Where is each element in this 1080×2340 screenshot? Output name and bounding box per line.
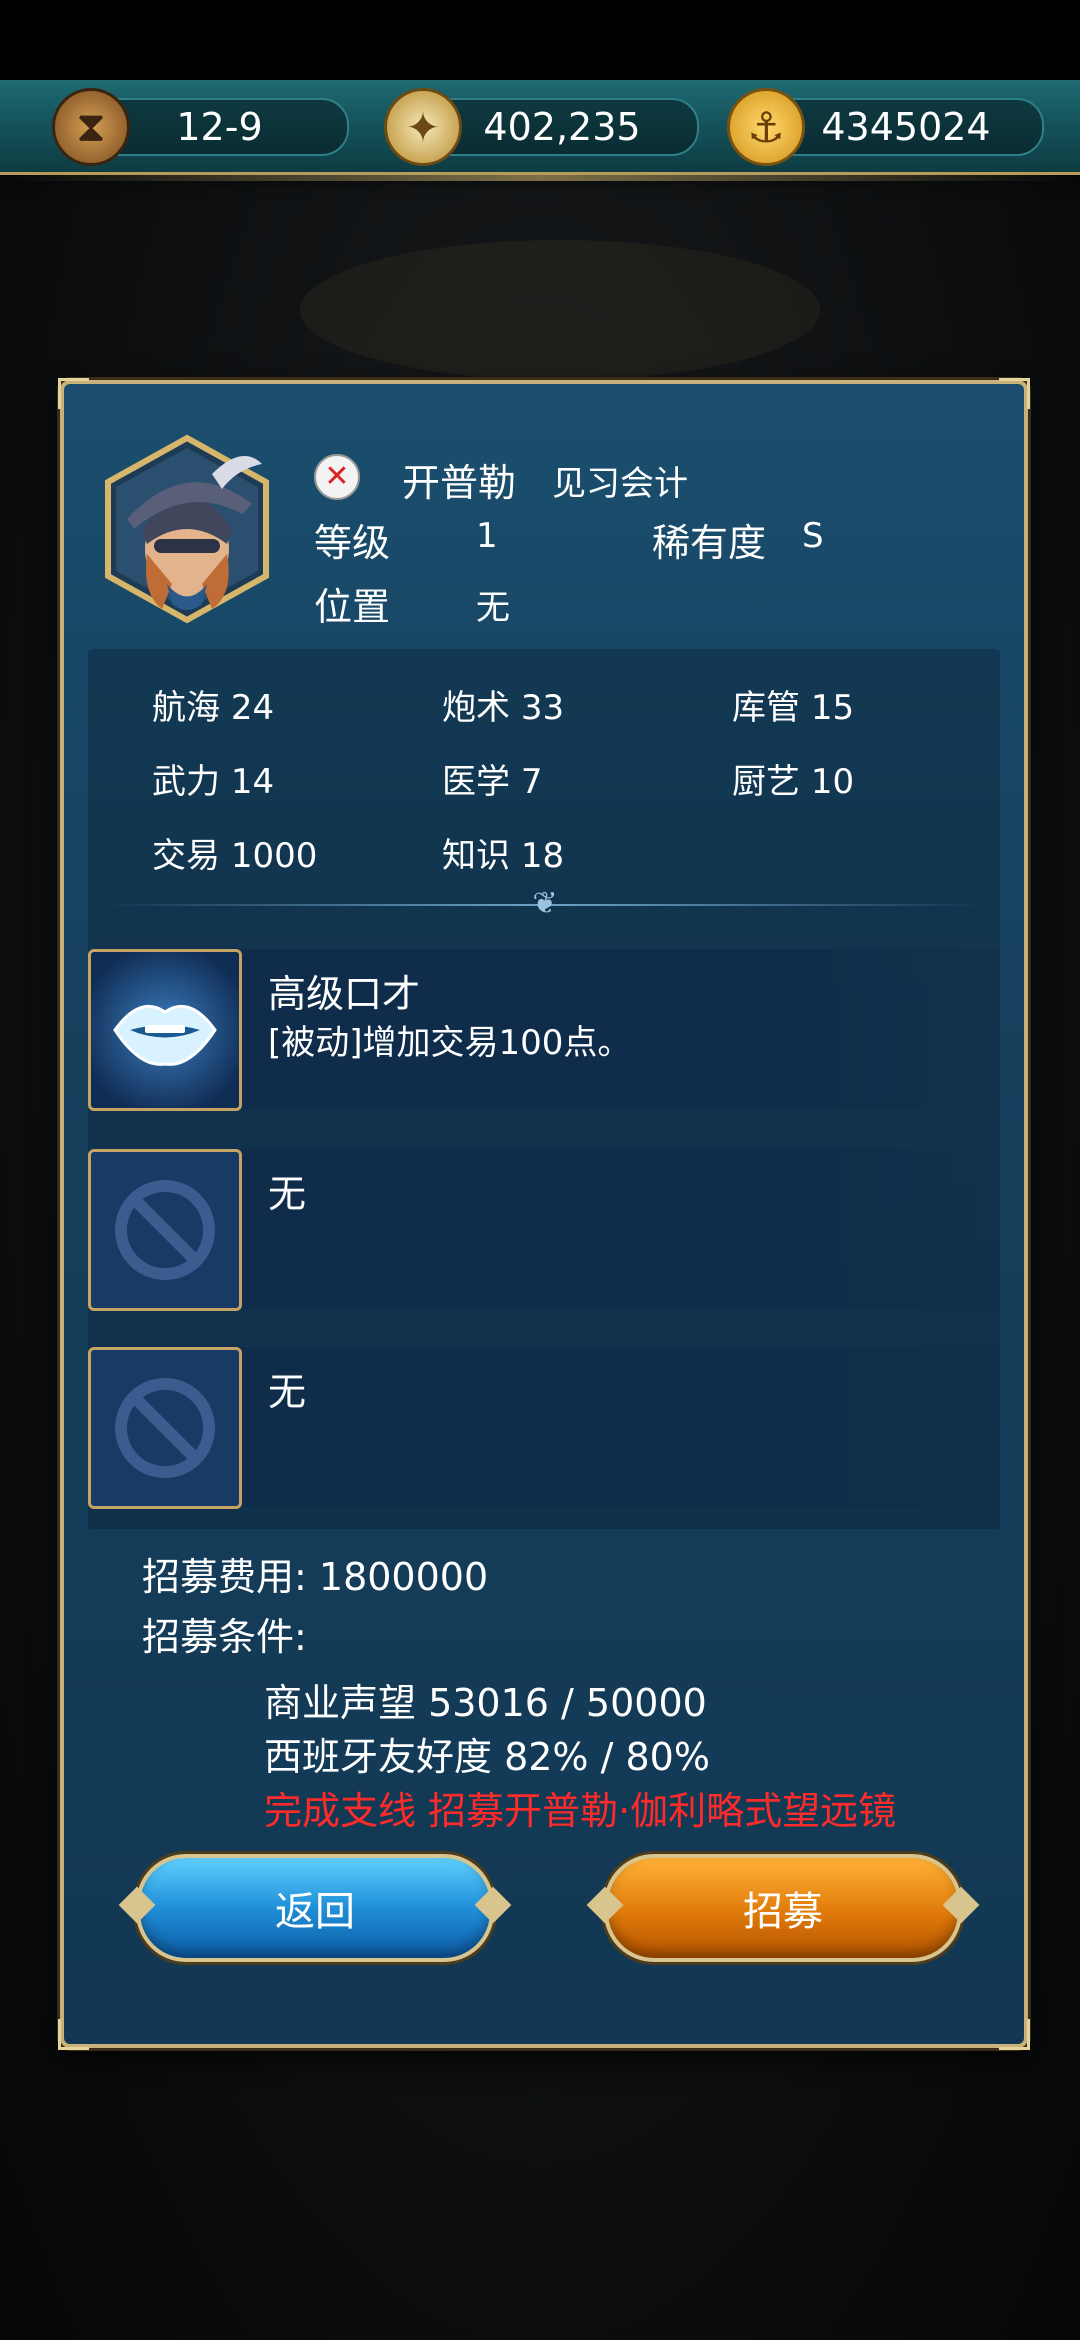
skill-slot[interactable]: 无 (88, 1347, 1000, 1509)
stage-value: 12-9 (176, 105, 263, 149)
compass-pill[interactable]: 402,235 (425, 98, 699, 156)
stat-combat: 武力 14 (152, 762, 275, 802)
anchor-coin-icon: ⚓ (727, 88, 805, 166)
empty-slot-icon (88, 1347, 242, 1509)
compass-value: 402,235 (483, 105, 641, 149)
skill-name: 无 (268, 1370, 307, 1414)
position-label: 位置 (314, 585, 391, 629)
back-button[interactable]: 返回 (136, 1854, 494, 1962)
officer-name: 开普勒 (402, 461, 517, 505)
resource-bar: 12-9 402,235 4345024 ⧗ ✦ ⚓ (0, 80, 1080, 181)
gold-value: 4345024 (821, 105, 991, 149)
rarity-label: 稀有度 (652, 521, 767, 565)
frame-corner (58, 378, 89, 409)
stat-navigation: 航海 24 (152, 688, 275, 728)
condition-friendship: 西班牙友好度 82% / 80% (264, 1735, 710, 1779)
stat-storage: 库管 15 (732, 688, 855, 728)
skill-name: 高级口才 (268, 972, 421, 1016)
skill-slot[interactable]: 无 (88, 1149, 1000, 1311)
officer-title: 见习会计 (552, 464, 688, 504)
status-strip (0, 0, 1080, 80)
rarity-value: S (802, 516, 824, 556)
empty-slot-icon (88, 1149, 242, 1311)
frame-corner (58, 2019, 89, 2050)
frame-corner (999, 378, 1030, 409)
lips-skill-icon (88, 949, 242, 1111)
skill-description: [被动]增加交易100点。 (268, 1023, 632, 1063)
stat-cooking: 厨艺 10 (732, 762, 855, 802)
frame-corner (999, 2019, 1030, 2050)
recruit-button[interactable]: 招募 (604, 1854, 962, 1962)
condition-reputation: 商业声望 53016 / 50000 (264, 1681, 707, 1725)
hourglass-icon: ⧗ (52, 88, 130, 166)
recruit-conditions-label: 招募条件: (142, 1615, 307, 1659)
condition-quest: 完成支线 招募开普勒·伽利略式望远镜 (264, 1789, 897, 1833)
skill-slot[interactable]: 高级口才 [被动]增加交易100点。 (88, 949, 1000, 1111)
level-label: 等级 (314, 521, 391, 565)
stat-gunnery: 炮术 33 (442, 688, 565, 728)
stat-trade: 交易 1000 (152, 836, 318, 876)
recruit-cost: 招募费用: 1800000 (142, 1555, 489, 1599)
officer-avatar[interactable] (102, 434, 272, 624)
close-icon[interactable]: ✕ (314, 454, 360, 500)
skill-name: 无 (268, 1172, 307, 1216)
gold-pill[interactable]: 4345024 (768, 98, 1044, 156)
compass-icon: ✦ (384, 88, 462, 166)
position-value: 无 (476, 588, 510, 628)
divider-ornament-icon: ❦ (532, 886, 558, 921)
background-scenery (300, 240, 820, 380)
level-value: 1 (476, 516, 498, 556)
officer-recruit-panel: ✕ 开普勒 见习会计 等级 1 稀有度 S 位置 无 航海 24 炮术 33 库… (58, 378, 1030, 2050)
stat-medicine: 医学 7 (442, 762, 543, 802)
stat-knowledge: 知识 18 (442, 836, 565, 876)
